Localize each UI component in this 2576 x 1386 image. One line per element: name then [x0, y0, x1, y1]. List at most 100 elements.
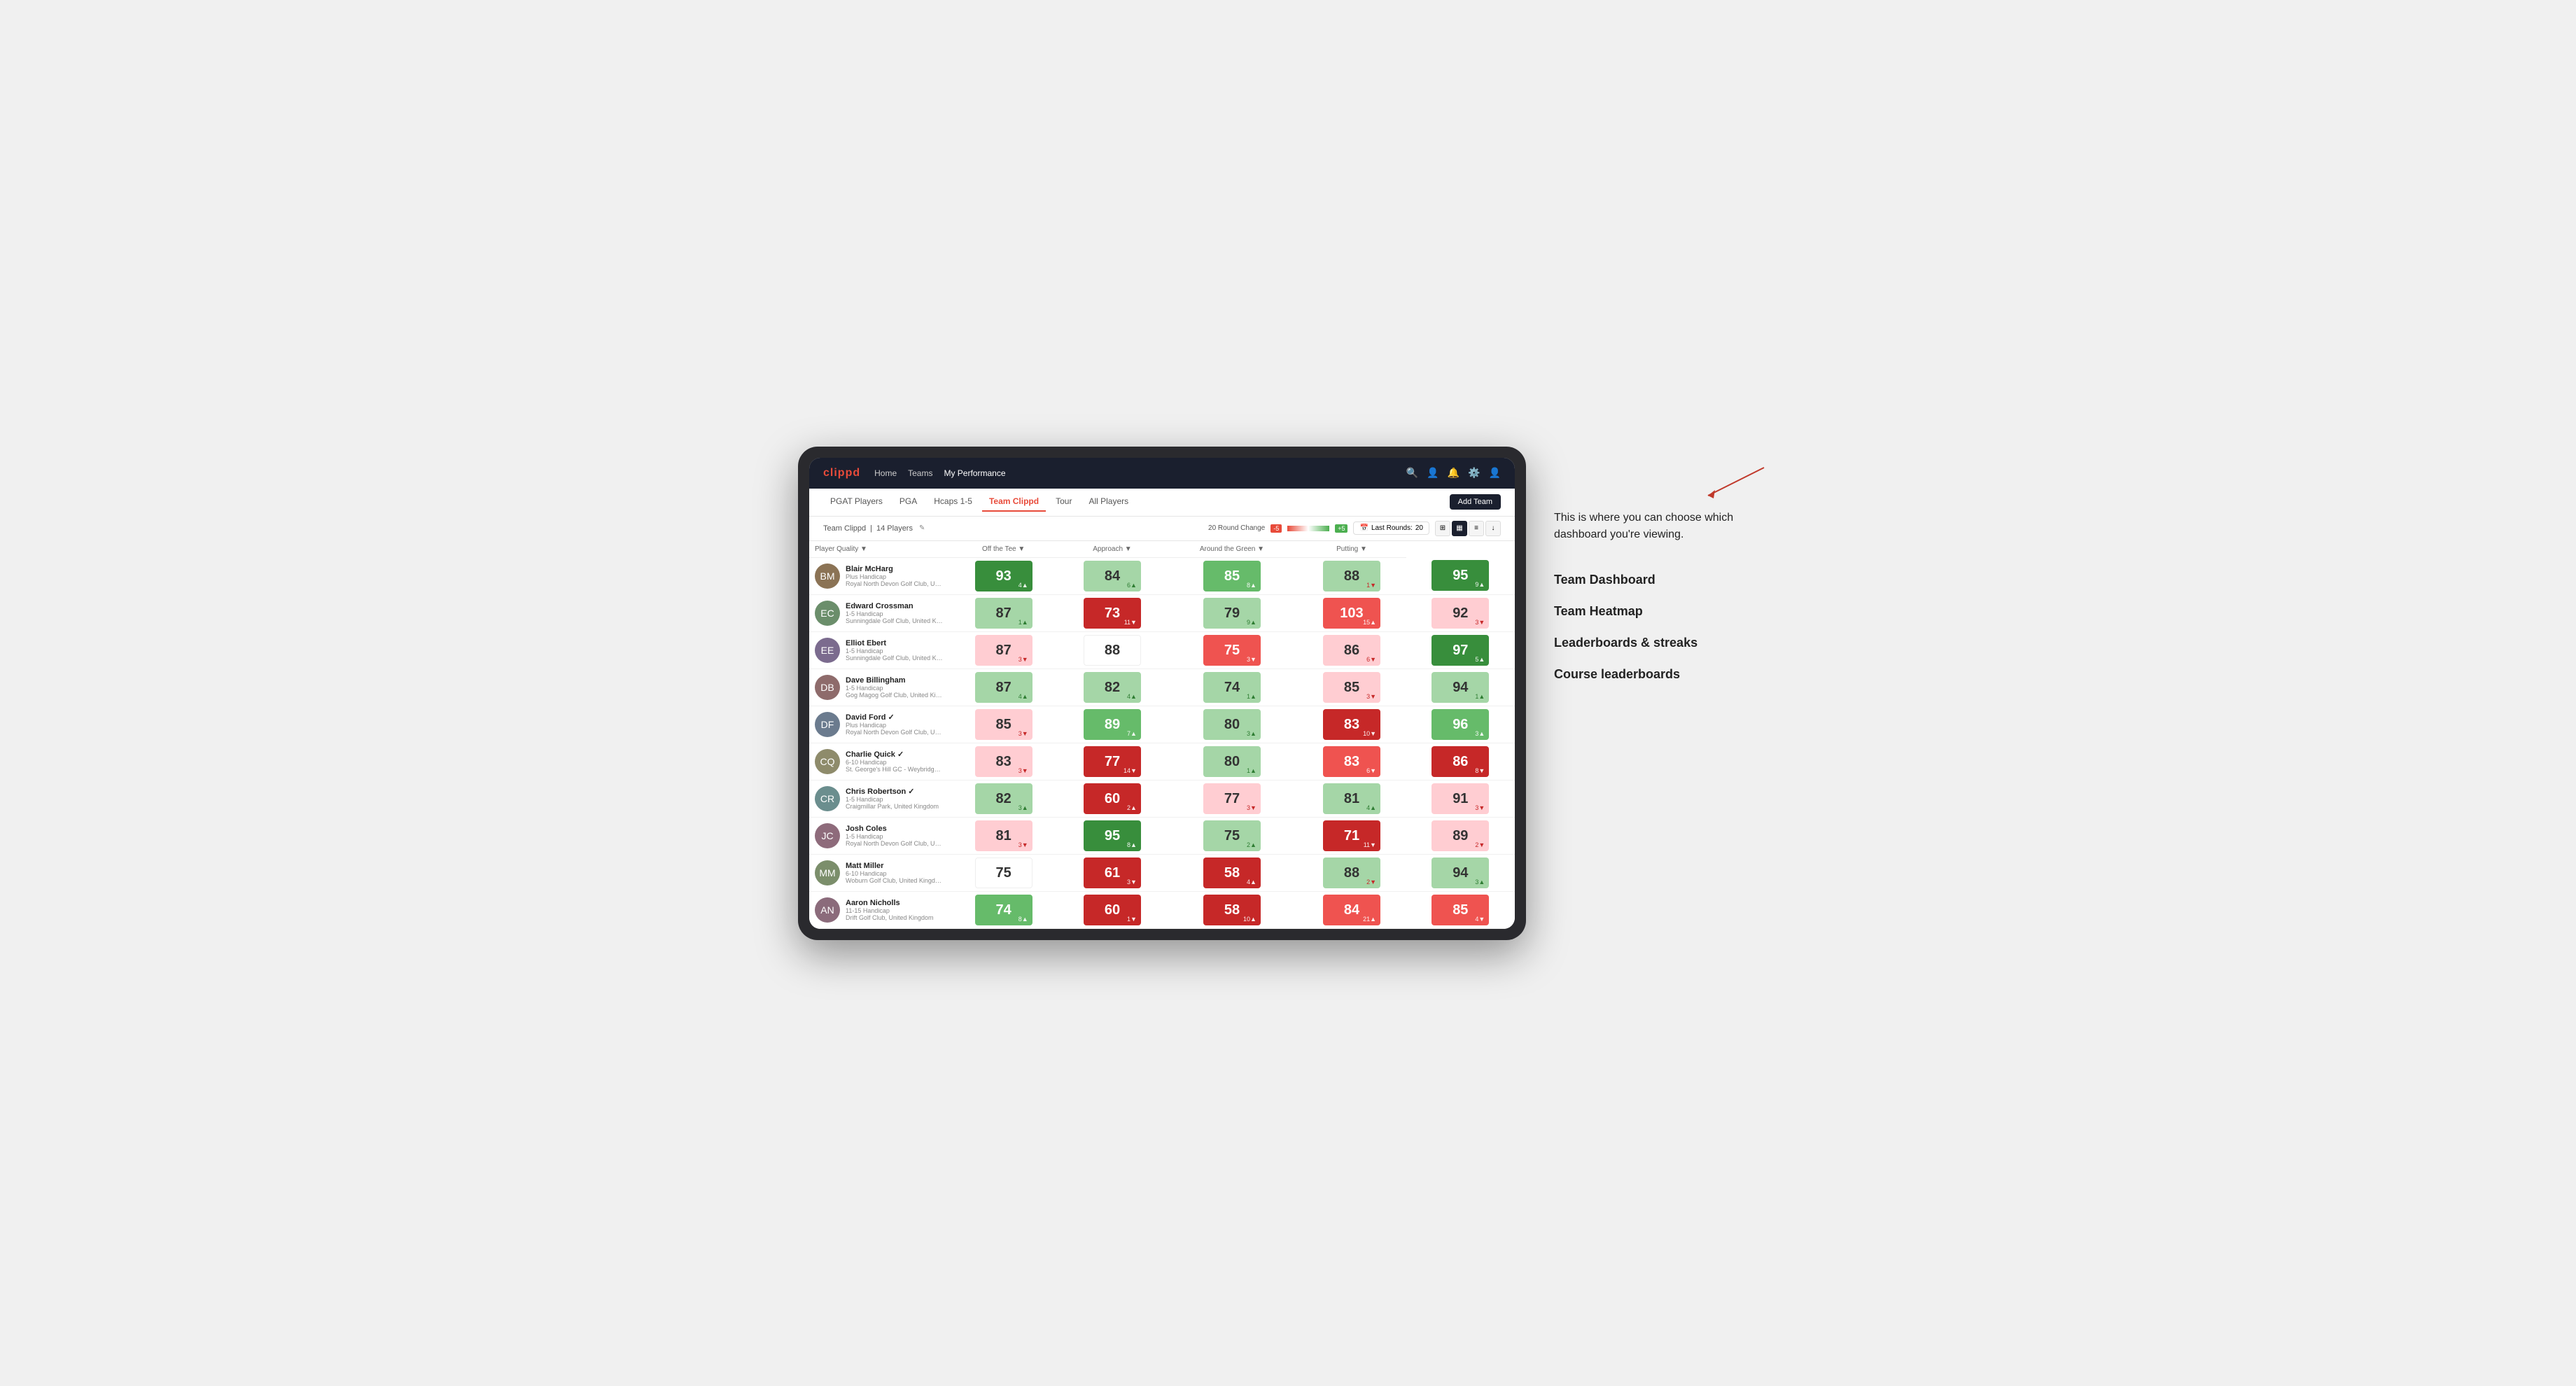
sub-nav-hcaps[interactable]: Hcaps 1-5 — [927, 492, 979, 512]
stat-change: 3▼ — [1247, 656, 1256, 663]
avatar: EE — [815, 638, 840, 663]
stat-value: 73 — [1105, 606, 1120, 620]
sub-nav-links: PGAT Players PGA Hcaps 1-5 Team Clippd T… — [823, 492, 1135, 512]
stat-value: 92 — [1452, 606, 1468, 620]
list-view-button[interactable]: ≡ — [1469, 521, 1484, 536]
stat-change: 2▼ — [1366, 878, 1376, 886]
stat-box: 833▼ — [975, 746, 1032, 777]
player-name[interactable]: Josh Coles — [846, 825, 944, 833]
stat-value: 94 — [1452, 680, 1468, 694]
stat-change: 3▲ — [1018, 804, 1028, 811]
stat-value: 81 — [996, 829, 1011, 843]
around-green-col-header: Around the Green ▼ — [1167, 541, 1298, 558]
player-name[interactable]: Elliot Ebert — [846, 639, 944, 648]
player-club: Woburn Golf Club, United Kingdom — [846, 877, 944, 884]
stat-cell: 7714▼ — [1058, 743, 1166, 780]
avatar: JC — [815, 823, 840, 848]
user-icon[interactable]: 👤 — [1427, 467, 1438, 479]
stat-box: 934▲ — [975, 561, 1032, 592]
stat-value: 87 — [996, 643, 1011, 657]
add-team-button[interactable]: Add Team — [1450, 494, 1501, 510]
stat-change: 5▲ — [1475, 656, 1485, 663]
sub-nav-pgat[interactable]: PGAT Players — [823, 492, 890, 512]
nav-link-home[interactable]: Home — [874, 465, 897, 481]
stat-change: 6▲ — [1127, 582, 1137, 589]
putting-col-header: Putting ▼ — [1297, 541, 1406, 558]
stat-value: 94 — [1452, 866, 1468, 880]
stat-change: 1▲ — [1018, 619, 1028, 626]
player-name[interactable]: Aaron Nicholls — [846, 899, 944, 907]
last-rounds-button[interactable]: 📅 Last Rounds: 20 — [1353, 522, 1429, 535]
stat-value: 77 — [1105, 755, 1120, 769]
player-handicap: 6-10 Handicap — [846, 759, 944, 766]
avatar: CR — [815, 786, 840, 811]
stat-change: 8▼ — [1475, 767, 1485, 774]
player-name[interactable]: Matt Miller — [846, 862, 944, 870]
stat-change: 3▼ — [1018, 656, 1028, 663]
stat-box: 87 3▼ — [975, 635, 1032, 666]
sub-nav-team-clippd[interactable]: Team Clippd — [982, 492, 1046, 512]
stat-box: 801▲ — [1203, 746, 1261, 777]
grid-view-button[interactable]: ⊞ — [1435, 521, 1450, 536]
stat-value: 95 — [1105, 829, 1120, 843]
avatar-icon[interactable]: 👤 — [1489, 467, 1501, 479]
stat-value: 71 — [1344, 829, 1359, 843]
stat-box: 874▲ — [975, 672, 1032, 703]
stat-value: 85 — [1224, 569, 1240, 583]
tablet-screen: clippd Home Teams My Performance 🔍 👤 🔔 ⚙… — [809, 458, 1515, 929]
search-icon[interactable]: 🔍 — [1406, 467, 1418, 479]
stat-box: 941▲ — [1432, 672, 1489, 703]
table-row: CQCharlie Quick ✓6-10 HandicapSt. George… — [809, 743, 1515, 780]
table-row: JCJosh Coles1-5 HandicapRoyal North Devo… — [809, 817, 1515, 854]
stat-cell: 833▼ — [949, 743, 1058, 780]
stat-box: 913▼ — [1432, 783, 1489, 814]
bell-icon[interactable]: 🔔 — [1448, 467, 1460, 479]
stat-value: 86 — [1452, 755, 1468, 769]
approach-col-header: Approach ▼ — [1058, 541, 1166, 558]
avatar: BM — [815, 564, 840, 589]
table-row: BMBlair McHargPlus HandicapRoyal North D… — [809, 557, 1515, 594]
stat-change: 3▼ — [1018, 841, 1028, 848]
player-name[interactable]: David Ford ✓ — [846, 713, 944, 722]
avatar: DB — [815, 675, 840, 700]
stat-value: 88 — [1344, 569, 1359, 583]
stat-change: 6▼ — [1366, 767, 1376, 774]
stat-cell: 8310▼ — [1297, 706, 1406, 743]
player-name[interactable]: Blair McHarg — [846, 565, 944, 573]
download-button[interactable]: ↓ — [1485, 521, 1501, 536]
stat-change: 4▲ — [1247, 878, 1256, 886]
player-name[interactable]: Chris Robertson ✓ — [846, 787, 944, 796]
sub-nav-pga[interactable]: PGA — [892, 492, 924, 512]
stat-value: 93 — [996, 569, 1011, 583]
stat-cell: 892▼ — [1406, 817, 1515, 854]
stat-box: 95 8▲ — [1084, 820, 1141, 851]
stat-cell: 803▲ — [1167, 706, 1298, 743]
stat-cell: 88 — [1058, 631, 1166, 668]
stat-change: 8▲ — [1127, 841, 1137, 848]
nav-bar: clippd Home Teams My Performance 🔍 👤 🔔 ⚙… — [809, 458, 1515, 489]
sub-nav-all-players[interactable]: All Players — [1082, 492, 1135, 512]
nav-link-teams[interactable]: Teams — [908, 465, 932, 481]
table-row: DFDavid Ford ✓Plus HandicapRoyal North D… — [809, 706, 1515, 743]
player-handicap: 6-10 Handicap — [846, 870, 944, 877]
table-row: CRChris Robertson ✓1-5 HandicapCraigmill… — [809, 780, 1515, 817]
heatmap-view-button[interactable]: ▦ — [1452, 521, 1467, 536]
annotation-intro: This is where you can choose which dashb… — [1554, 510, 1778, 543]
separator: | — [870, 524, 872, 533]
nav-link-performance[interactable]: My Performance — [944, 465, 1005, 481]
sub-nav-tour[interactable]: Tour — [1049, 492, 1079, 512]
player-name[interactable]: Edward Crossman — [846, 602, 944, 610]
player-name[interactable]: Charlie Quick ✓ — [846, 750, 944, 759]
stat-change: 9▲ — [1475, 581, 1485, 588]
stat-cell: 846▲ — [1058, 557, 1166, 594]
stat-cell: 95 8▲ — [1058, 817, 1166, 854]
edit-icon[interactable]: ✎ — [919, 524, 925, 532]
stat-cell: 854▼ — [1406, 891, 1515, 928]
settings-icon[interactable]: ⚙️ — [1468, 467, 1480, 479]
stat-change: 11▼ — [1124, 619, 1137, 626]
stat-change: 1▲ — [1247, 693, 1256, 700]
stat-cell: 602▲ — [1058, 780, 1166, 817]
player-name[interactable]: Dave Billingham — [846, 676, 944, 685]
stat-cell: 86 8▼ — [1406, 743, 1515, 780]
stat-change: 3▼ — [1018, 767, 1028, 774]
